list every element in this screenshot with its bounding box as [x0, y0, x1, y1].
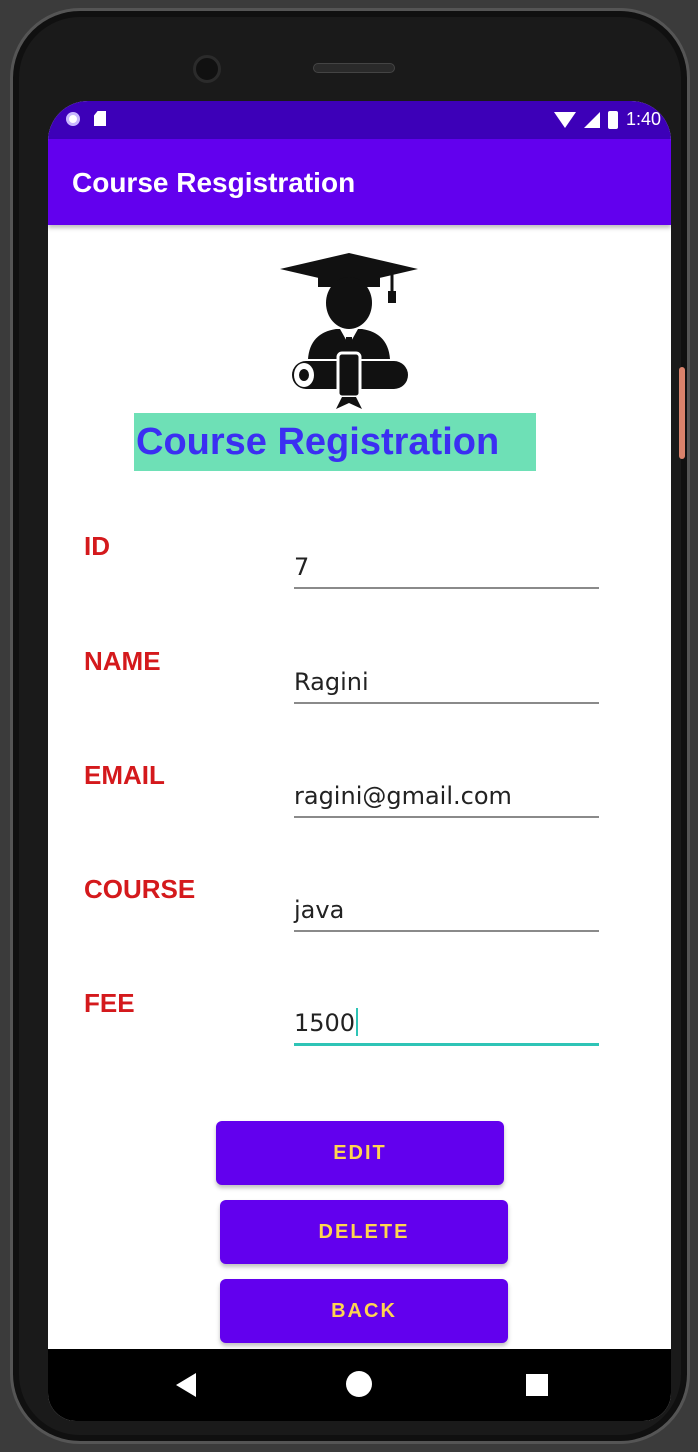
signal-icon [583, 111, 600, 128]
name-value: Ragini [294, 668, 369, 696]
form-row-course: COURSE java [48, 874, 671, 954]
graduate-icon [280, 253, 418, 409]
id-value: 7 [294, 553, 310, 581]
wifi-icon [553, 111, 576, 128]
fee-field[interactable]: 1500 [294, 1006, 599, 1046]
form-row-name: NAME Ragini [48, 646, 671, 726]
battery-icon [607, 110, 618, 129]
sd-card-icon [94, 111, 106, 126]
form-row-id: ID 7 [48, 531, 671, 611]
app-bar-title: Course Resgistration [72, 167, 356, 198]
notification-dot-icon [66, 111, 80, 126]
front-camera [193, 55, 221, 83]
delete-button[interactable]: DELETE [220, 1200, 508, 1264]
banner-title: Course Registration [134, 413, 536, 471]
form-row-fee: FEE 1500 [48, 988, 671, 1068]
app-bar: Course Resgistration [48, 139, 671, 225]
edit-button[interactable]: EDIT [216, 1121, 504, 1185]
home-icon[interactable] [346, 1371, 372, 1397]
course-field[interactable]: java [294, 892, 599, 932]
text-cursor [356, 1008, 359, 1036]
back-button[interactable]: BACK [220, 1279, 508, 1343]
fee-label: FEE [84, 988, 135, 1018]
course-label: COURSE [84, 874, 196, 904]
recents-icon[interactable] [526, 1374, 548, 1396]
id-label: ID [84, 531, 110, 561]
email-field[interactable]: ragini@gmail.com [294, 778, 599, 818]
screen: 1:40 Course Resgistration Course Registr… [48, 101, 671, 1421]
email-label: EMAIL [84, 760, 165, 790]
status-bar: 1:40 [48, 101, 671, 139]
email-value: ragini@gmail.com [294, 782, 512, 810]
earpiece-speaker [313, 63, 395, 73]
back-icon[interactable] [176, 1373, 196, 1397]
fee-value: 1500 [294, 1009, 356, 1037]
name-label: NAME [84, 646, 161, 676]
name-field[interactable]: Ragini [294, 664, 599, 704]
form-row-email: EMAIL ragini@gmail.com [48, 760, 671, 840]
id-field[interactable]: 7 [294, 549, 599, 589]
navigation-bar [48, 1349, 671, 1421]
status-time: 1:40 [625, 109, 661, 129]
power-button[interactable] [679, 367, 685, 459]
course-value: java [294, 896, 345, 924]
phone-frame: 1:40 Course Resgistration Course Registr… [10, 8, 690, 1444]
